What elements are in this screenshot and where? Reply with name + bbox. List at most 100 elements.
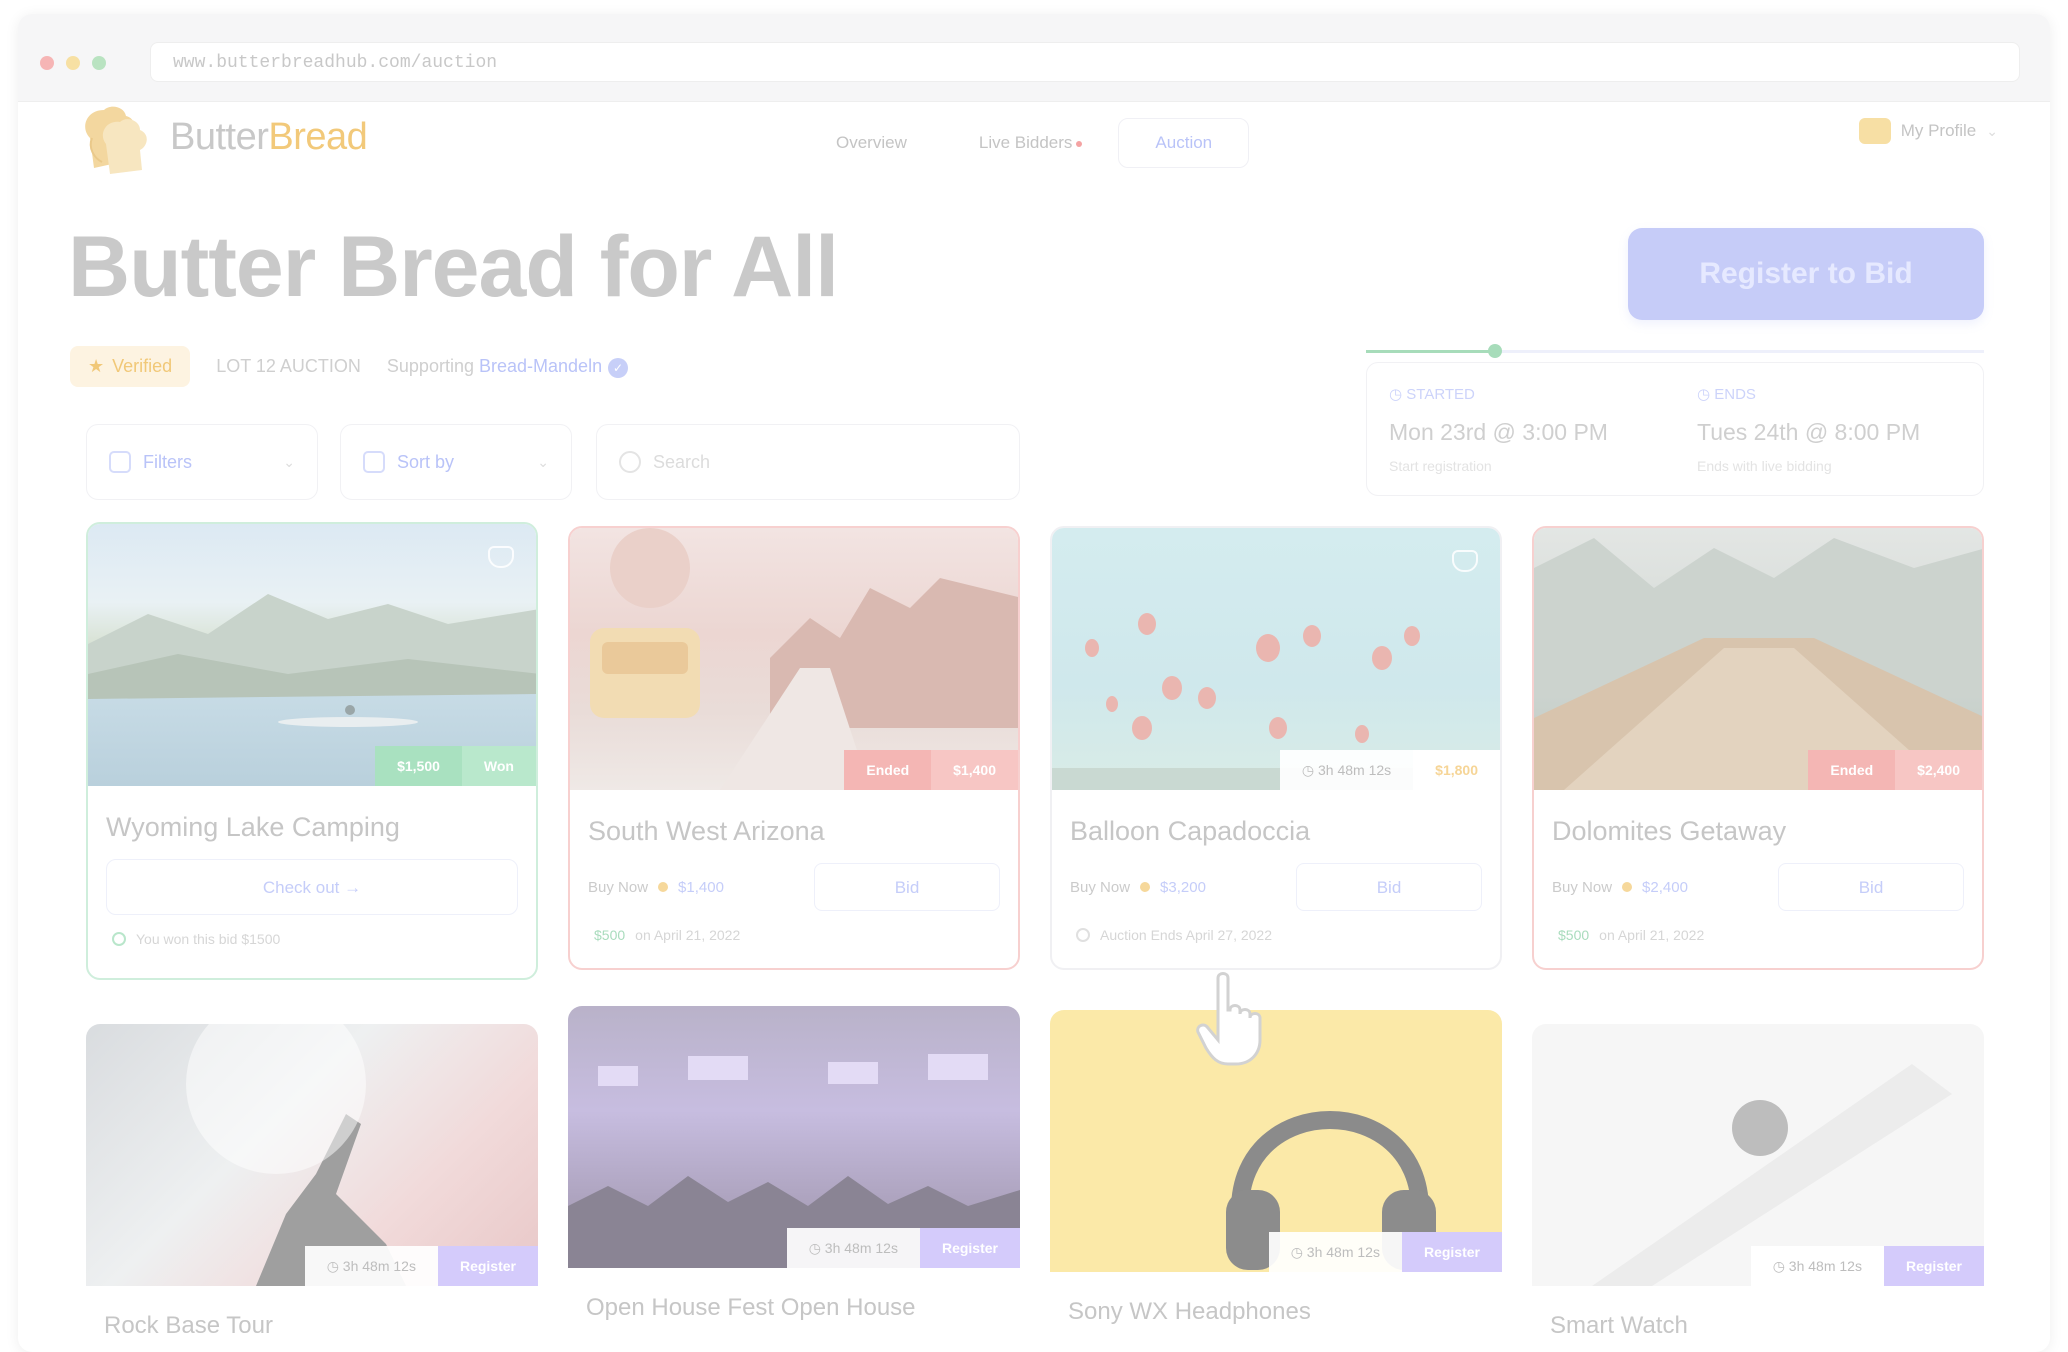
card-title: Smart Watch xyxy=(1550,1312,1688,1339)
clock-icon: ◷ xyxy=(808,1240,821,1256)
price-tag: $2,400 xyxy=(1895,750,1982,790)
verified-badge-label: Verified xyxy=(112,356,173,376)
card-title: Sony WX Headphones xyxy=(1068,1298,1311,1325)
profile-menu[interactable]: My Profile ⌄ xyxy=(1858,118,1998,144)
bread-logo-icon xyxy=(85,106,147,174)
verified-badge: ★ Verified xyxy=(70,346,191,387)
supporting-prefix: Supporting xyxy=(386,355,474,376)
auction-meta: ★ Verified LOT 12 AUCTION Supporting Brea… xyxy=(70,346,629,387)
timeline-details: ◷ STARTED Mon 23rd @ 3:00 PM Start regis… xyxy=(1366,362,1984,496)
window-controls xyxy=(40,56,106,70)
card-image: Ended $1,400 xyxy=(570,528,1018,790)
auction-card-balloon[interactable]: ◷ 3h 48m 12s $1,800 Balloon Capadoccia B… xyxy=(1050,526,1502,970)
timeline-start-label-text: STARTED xyxy=(1406,386,1475,403)
chevron-down-icon: ⌄ xyxy=(1986,122,1998,139)
card-tags: ◷ 3h 48m 12s Register xyxy=(304,1246,538,1286)
card-footer: Auction Ends April 27, 2022 xyxy=(1076,927,1482,943)
supporting-text: Supporting Bread-Mandeln ✓ xyxy=(386,355,629,378)
countdown-text: 3h 48m 12s xyxy=(1306,1244,1380,1260)
register-badge[interactable]: Register xyxy=(437,1246,538,1286)
register-badge[interactable]: Register xyxy=(1883,1246,1984,1286)
address-bar[interactable]: www.butterbreadhub.com/auction xyxy=(150,42,2020,82)
card-tags: Ended $1,400 xyxy=(844,750,1018,790)
search-placeholder: Search xyxy=(653,451,711,472)
card-tags: ◷ 3h 48m 12s Register xyxy=(1750,1246,1984,1286)
countdown-text: 3h 48m 12s xyxy=(342,1258,416,1274)
sort-dropdown[interactable]: Sort by ⌄ xyxy=(340,424,572,500)
clock-icon: ◷ xyxy=(1290,1244,1303,1260)
auction-card-wyoming[interactable]: $1,500 Won Wyoming Lake Camping Check ou… xyxy=(86,522,538,980)
card-actions: Buy Now $3,200 Bid xyxy=(1070,863,1482,911)
auction-card-open-house[interactable]: ◷ 3h 48m 12s Register Open House Fest Op… xyxy=(568,1006,1020,1352)
register-to-bid-button[interactable]: Register to Bid xyxy=(1628,228,1984,320)
price-tag: $1,400 xyxy=(931,750,1018,790)
sort-icon xyxy=(363,451,385,473)
buy-now[interactable]: Buy Now $3,200 xyxy=(1070,879,1286,896)
logo-text-bread: Bread xyxy=(268,115,368,158)
favorite-icon[interactable] xyxy=(488,546,514,568)
timeline-start-value: Mon 23rd @ 3:00 PM xyxy=(1389,419,1608,445)
card-footer-text: on April 21, 2022 xyxy=(1599,927,1705,943)
buy-now-price: $2,400 xyxy=(1642,878,1688,896)
check-out-label: Check out xyxy=(262,878,340,897)
hand-cursor-icon xyxy=(1196,972,1262,1066)
bid-button[interactable]: Bid xyxy=(1296,863,1482,911)
auction-card-arizona[interactable]: Ended $1,400 South West Arizona Buy Now … xyxy=(568,526,1020,970)
auction-card-dolomites[interactable]: Ended $2,400 Dolomites Getaway Buy Now $… xyxy=(1532,526,1984,970)
app-logo[interactable]: ButterBread xyxy=(72,98,368,176)
card-actions: Buy Now $2,400 Bid xyxy=(1552,863,1964,911)
timeline-end: ◷ ENDS Tues 24th @ 8:00 PM Ends with liv… xyxy=(1697,385,1920,474)
countdown-text: 3h 48m 12s xyxy=(824,1240,898,1256)
lot-label: LOT 12 AUCTION xyxy=(216,356,361,376)
timeline-end-sub: Ends with live bidding xyxy=(1697,458,1832,474)
nav-live-bidders[interactable]: Live Bidders xyxy=(943,119,1119,167)
buy-now[interactable]: Buy Now $1,400 xyxy=(588,879,804,896)
timeline-progress xyxy=(1366,350,1494,353)
register-badge[interactable]: Register xyxy=(919,1228,1020,1268)
timeline-marker xyxy=(1488,344,1502,358)
register-badge[interactable]: Register xyxy=(1401,1232,1502,1272)
sort-label: Sort by xyxy=(397,451,455,472)
maximize-window-icon[interactable] xyxy=(92,56,106,70)
auction-card-smart-watch[interactable]: ◷ 3h 48m 12s Register Smart Watch xyxy=(1532,1024,1984,1352)
chevron-down-icon: ⌄ xyxy=(283,453,295,470)
arrow-right-icon: → xyxy=(344,878,362,897)
card-footer: $500 on April 21, 2022 xyxy=(594,927,1000,943)
check-out-button[interactable]: Check out → xyxy=(106,859,518,915)
bid-button[interactable]: Bid xyxy=(1778,863,1964,911)
countdown-timer: ◷ 3h 48m 12s xyxy=(786,1228,920,1268)
supporting-link[interactable]: Bread-Mandeln xyxy=(479,356,602,376)
nav-auction[interactable]: Auction xyxy=(1118,118,1250,168)
favorite-icon[interactable] xyxy=(1452,550,1478,572)
minimize-window-icon[interactable] xyxy=(66,56,80,70)
bid-button[interactable]: Bid xyxy=(814,863,1000,911)
filters-dropdown[interactable]: Filters ⌄ xyxy=(86,424,318,500)
card-image: ◷ 3h 48m 12s Register xyxy=(1532,1024,1984,1286)
card-title: Balloon Capadoccia xyxy=(1070,816,1311,846)
card-image: ◷ 3h 48m 12s Register xyxy=(1050,1010,1502,1272)
card-tags: $1,500 Won xyxy=(375,746,536,786)
card-footer-text: You won this bid $1500 xyxy=(136,931,281,947)
coin-icon xyxy=(658,882,669,892)
search-icon xyxy=(619,451,641,473)
card-image: ◷ 3h 48m 12s Register xyxy=(86,1024,538,1286)
close-window-icon[interactable] xyxy=(40,56,54,70)
nav-auction-label: Auction xyxy=(1155,133,1213,152)
logo-text-butter: Butter xyxy=(170,115,269,158)
coin-icon xyxy=(1140,882,1151,892)
card-footer: You won this bid $1500 xyxy=(112,931,518,947)
clock-icon xyxy=(1076,928,1090,942)
countdown-timer: ◷ 3h 48m 12s xyxy=(1750,1246,1884,1286)
price-tag: $1,500 xyxy=(375,746,462,786)
card-title: Dolomites Getaway xyxy=(1552,816,1787,846)
card-tags: ◷ 3h 48m 12s Register xyxy=(1268,1232,1502,1272)
buy-now[interactable]: Buy Now $2,400 xyxy=(1552,879,1768,896)
coin-icon xyxy=(1622,882,1633,892)
auction-card-headphones[interactable]: ◷ 3h 48m 12s Register Sony WX Headphones xyxy=(1050,1010,1502,1352)
clock-icon: ◷ xyxy=(326,1258,339,1274)
search-input[interactable]: Search xyxy=(596,424,1020,500)
timeline-start-label: ◷ STARTED xyxy=(1389,385,1608,403)
card-image: ◷ 3h 48m 12s Register xyxy=(568,1006,1020,1268)
nav-overview[interactable]: Overview xyxy=(800,119,943,167)
auction-card-rock-base[interactable]: ◷ 3h 48m 12s Register Rock Base Tour xyxy=(86,1024,538,1352)
